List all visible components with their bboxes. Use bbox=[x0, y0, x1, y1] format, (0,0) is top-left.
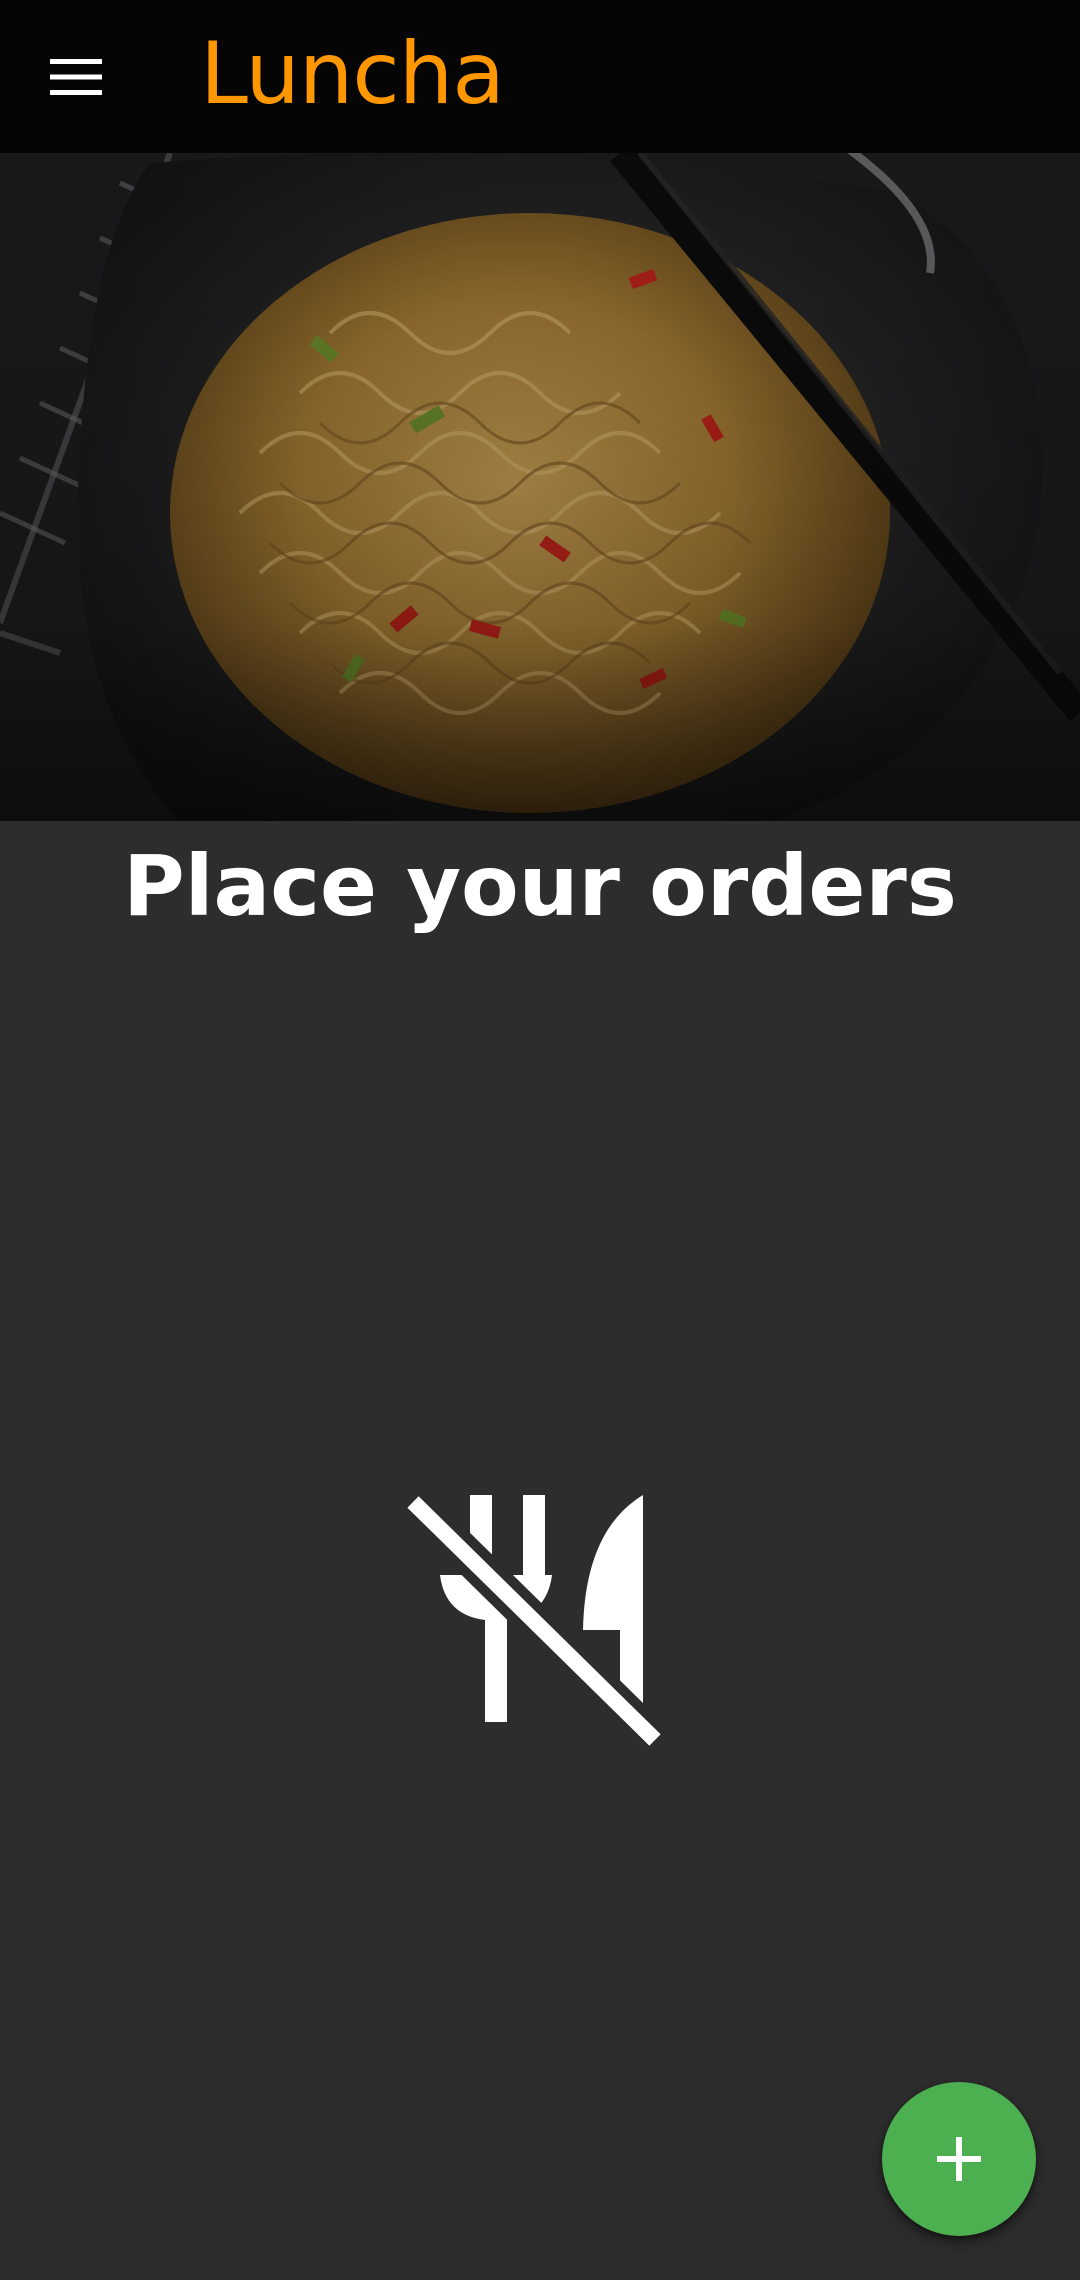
app-title: Luncha bbox=[200, 24, 505, 124]
menu-button[interactable] bbox=[28, 33, 124, 121]
no-meals-icon bbox=[405, 1490, 675, 1750]
add-icon bbox=[937, 2137, 981, 2181]
hero-image bbox=[0, 153, 1080, 821]
screen: Luncha Place your orders bbox=[0, 0, 1080, 2280]
page-title: Place your orders bbox=[123, 837, 957, 935]
add-order-button[interactable] bbox=[882, 2082, 1036, 2236]
menu-icon bbox=[50, 59, 102, 95]
app-bar: Luncha bbox=[0, 0, 1080, 153]
